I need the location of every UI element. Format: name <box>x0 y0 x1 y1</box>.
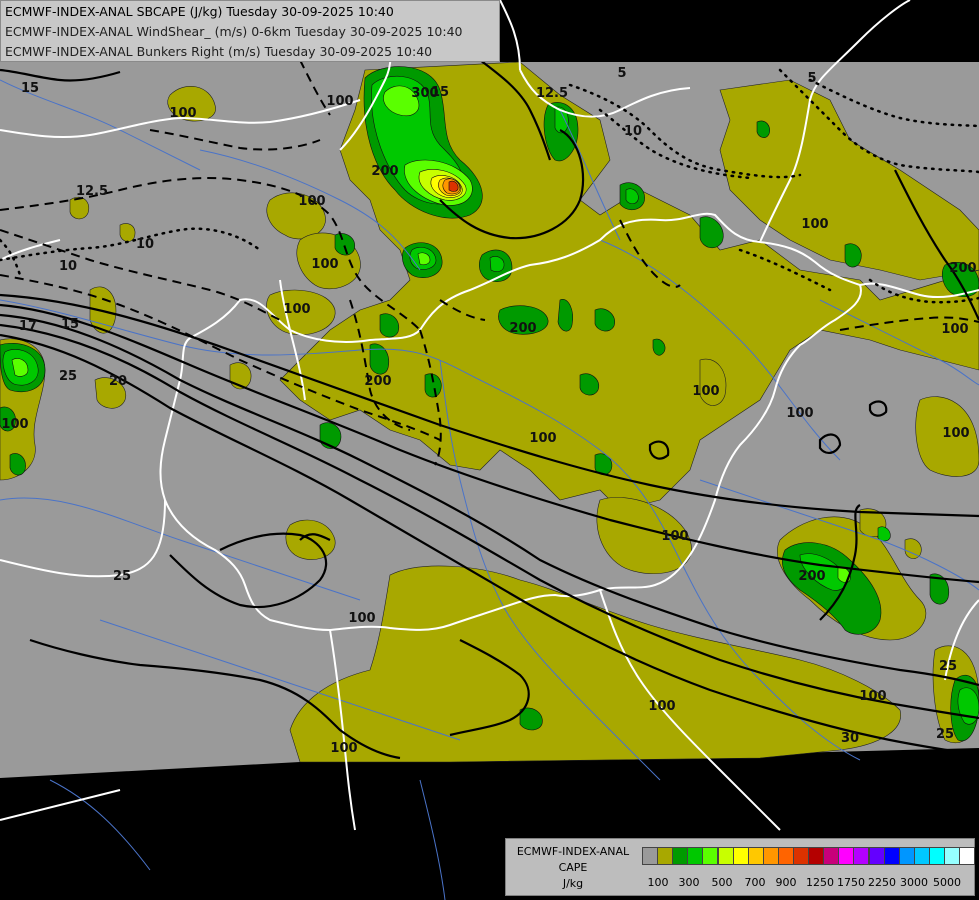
legend-swatch <box>762 847 779 865</box>
legend-tick-label: 2250 <box>868 876 896 889</box>
contour-value-label: 25 <box>936 727 954 742</box>
contour-value-label: 20 <box>109 374 127 389</box>
cape-value-label: 100 <box>298 194 325 209</box>
legend-swatch <box>928 847 945 865</box>
legend-swatch <box>793 847 809 865</box>
cape-value-label: 100 <box>801 217 828 232</box>
contour-value-label: 25 <box>59 369 77 384</box>
cape-value-label: 100 <box>942 426 969 441</box>
contour-value-label: 5 <box>617 66 626 81</box>
legend-swatch <box>777 847 794 865</box>
legend-title-variable: CAPE <box>558 861 588 874</box>
legend-tick-label: 300 <box>678 876 700 889</box>
cape-value-label: 100 <box>311 257 338 272</box>
legend-title-model: ECMWF-INDEX-ANAL <box>516 845 630 858</box>
legend-tick-label: 3000 <box>900 876 928 889</box>
cape-value-label: 100 <box>348 611 375 626</box>
contour-value-label: 25 <box>939 659 957 674</box>
contour-value-label: 30 <box>841 731 859 746</box>
cape-value-label: 100 <box>1 417 28 432</box>
cape-value-label: 100 <box>859 689 886 704</box>
cape-value-label: 100 <box>326 94 353 109</box>
legend-tick-label: 500 <box>711 876 733 889</box>
cape-value-label: 100 <box>330 741 357 756</box>
legend-swatch <box>672 847 689 865</box>
cape-value-label: 100 <box>661 529 688 544</box>
legend-swatch <box>732 847 749 865</box>
cape-value-label: 200 <box>798 569 825 584</box>
weather-map: 1512.5101017 1525 202512.5510515252530 100… <box>0 0 979 900</box>
cape-value-label: 200 <box>371 164 398 179</box>
legend-tick-label: 900 <box>775 876 797 889</box>
title-bunkers: ECMWF-INDEX-ANAL Bunkers Right (m/s) Tue… <box>5 44 433 59</box>
cape-value-label: 200 <box>949 261 976 276</box>
legend-swatch <box>898 847 915 865</box>
map-title-box: ECMWF-INDEX-ANAL SBCAPE (J/kg) Tuesday 3… <box>0 0 500 62</box>
contour-value-label: 10 <box>59 259 77 274</box>
contour-value-label: 17 <box>19 319 37 334</box>
cape-value-label: 100 <box>941 322 968 337</box>
legend-tick-label: 1750 <box>837 876 865 889</box>
legend-swatch <box>868 847 885 865</box>
contour-value-label: 15 <box>21 81 39 96</box>
contour-value-label: 5 <box>807 71 816 86</box>
legend-swatch <box>657 847 674 865</box>
contour-value-label: 10 <box>624 124 642 139</box>
legend-swatch <box>883 847 900 865</box>
legend-swatch <box>944 847 960 865</box>
cape-value-label: 100 <box>529 431 556 446</box>
legend-swatch <box>642 847 658 865</box>
legend-tick-label: 700 <box>744 876 766 889</box>
legend-tick-label: 100 <box>647 876 669 889</box>
legend-swatch <box>913 847 930 865</box>
contour-value-label: 12.5 <box>536 86 568 101</box>
legend-tick-label: 5000 <box>933 876 961 889</box>
legend-swatch <box>853 847 870 865</box>
cape-value-label: 100 <box>786 406 813 421</box>
contour-value-label: 10 <box>136 237 154 252</box>
legend-tick-label: 1250 <box>806 876 834 889</box>
contour-value-label: 12.5 <box>76 184 108 199</box>
legend-swatch <box>838 847 855 865</box>
legend-swatch <box>808 847 825 865</box>
cape-value-label: 200 <box>509 321 536 336</box>
legend-swatch <box>823 847 840 865</box>
cape-value-label: 200 <box>364 374 391 389</box>
contour-value-label: 25 <box>113 569 131 584</box>
cape-value-label: 300 <box>411 86 438 101</box>
cape-value-label: 100 <box>169 106 196 121</box>
cape-legend: ECMWF-INDEX-ANAL CAPE J/kg 100 300 500 700 9… <box>505 838 976 896</box>
cape-value-label: 100 <box>692 384 719 399</box>
title-sbcape: ECMWF-INDEX-ANAL SBCAPE (J/kg) Tuesday 3… <box>5 4 394 19</box>
legend-swatch <box>702 847 719 865</box>
legend-unit: J/kg <box>562 877 584 890</box>
title-windshear: ECMWF-INDEX-ANAL WindShear_ (m/s) 0-6km … <box>5 24 463 39</box>
legend-swatch <box>717 847 734 865</box>
legend-swatch <box>687 847 704 865</box>
legend-swatch <box>747 847 764 865</box>
cape-value-label: 100 <box>283 302 310 317</box>
legend-swatch <box>959 847 976 865</box>
cape-value-label: 100 <box>648 699 675 714</box>
contour-value-label: 15 <box>61 317 79 332</box>
